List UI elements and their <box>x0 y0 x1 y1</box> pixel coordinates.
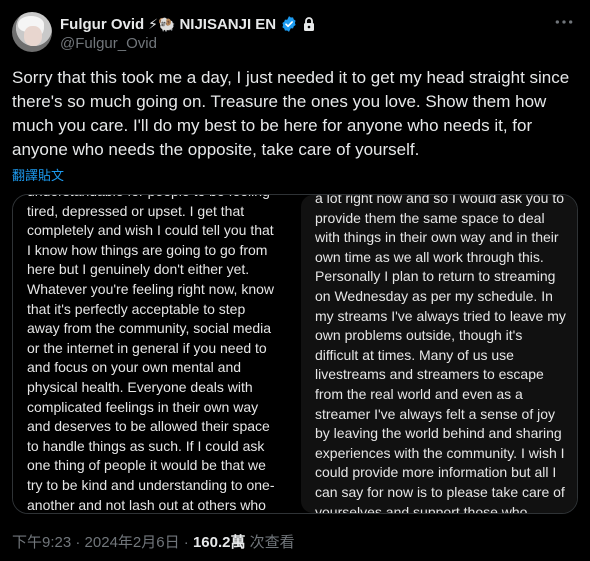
name-emojis: ⚡🐏 <box>148 15 176 32</box>
view-count: 160.2萬 <box>192 534 246 551</box>
media-left-text: understandable for people to be feeling … <box>27 195 275 513</box>
author-name[interactable]: Fulgur Ovid <box>60 16 144 33</box>
tweet-media[interactable]: understandable for people to be feeling … <box>12 194 578 514</box>
verified-badge-icon[interactable] <box>280 15 298 33</box>
post-date[interactable]: 2024年2月6日 <box>85 534 180 551</box>
media-image-left[interactable]: understandable for people to be feeling … <box>13 195 295 513</box>
post-time[interactable]: 下午9:23 <box>12 534 71 551</box>
media-image-right[interactable]: a lot right now and so I would ask you t… <box>301 195 577 513</box>
translate-post-link[interactable]: 翻譯貼文 <box>12 165 64 184</box>
protected-lock-icon <box>302 16 316 32</box>
avatar-face <box>24 26 42 46</box>
tweet-header: Fulgur Ovid ⚡🐏 NIJISANJI EN @Fulgur_Ovid <box>12 12 578 56</box>
tweet-meta: 下午9:23 · 2024年2月6日 · 160.2萬 次查看 <box>12 531 295 552</box>
author-affiliation[interactable]: NIJISANJI EN <box>179 16 276 33</box>
tweet-text: Sorry that this took me a day, I just ne… <box>12 68 570 159</box>
meta-separator: · <box>179 534 193 551</box>
author-handle[interactable]: @Fulgur_Ovid <box>60 35 157 52</box>
avatar[interactable] <box>12 12 52 52</box>
meta-separator: · <box>71 534 85 551</box>
views-label: 次查看 <box>245 534 295 551</box>
media-right-text: a lot right now and so I would ask you t… <box>315 195 566 513</box>
author-name-row: Fulgur Ovid ⚡🐏 NIJISANJI EN <box>60 14 316 34</box>
more-options-icon[interactable] <box>552 14 576 34</box>
